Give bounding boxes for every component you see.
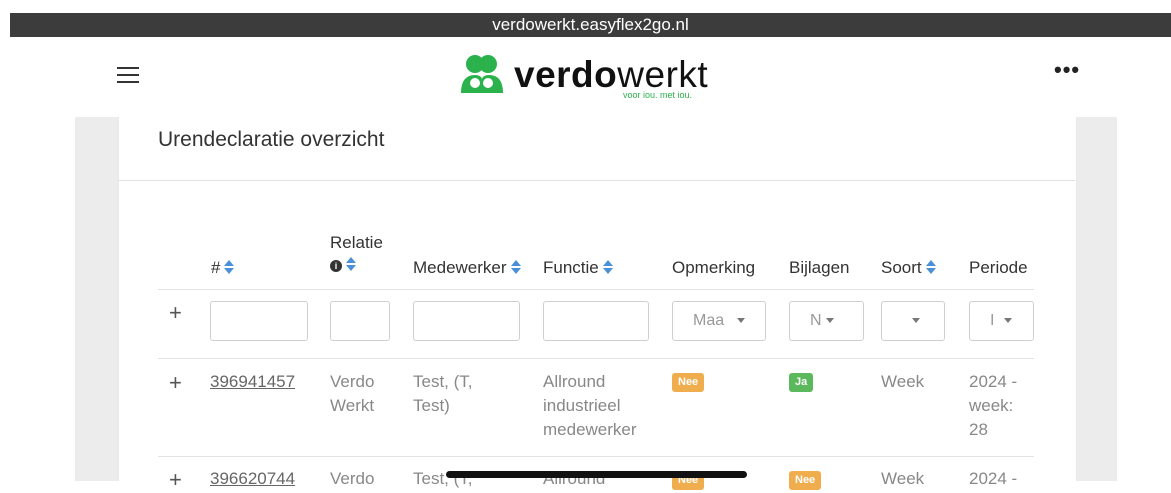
status-badge-bijlagen: Ja — [789, 373, 814, 392]
sort-icon — [602, 260, 614, 274]
col-header-medewerker[interactable]: Medewerker — [413, 258, 522, 278]
expand-row-icon[interactable]: + — [169, 467, 182, 493]
col-header-relatie-icons[interactable]: i — [330, 255, 357, 275]
filter-number-input[interactable] — [210, 301, 308, 341]
home-indicator[interactable] — [446, 471, 747, 478]
row-id-link[interactable]: 396620744 — [210, 469, 295, 488]
col-header-number[interactable]: # — [211, 258, 235, 278]
filter-relatie-input[interactable] — [330, 301, 390, 341]
logo-bold: verdo — [514, 54, 618, 95]
page-title: Urendeclaratie overzicht — [158, 128, 385, 151]
table-row-periode: 2024 - — [969, 469, 1018, 488]
status-badge-opmerking: Nee — [672, 373, 705, 392]
table-row-soort: Week — [881, 469, 925, 488]
col-header-soort[interactable]: Soort — [881, 258, 937, 278]
more-menu-icon[interactable]: ••• — [1054, 57, 1080, 83]
logo-tagline: voor iou. met iou. — [623, 90, 693, 100]
table-row-relatie: Verdo — [330, 469, 375, 488]
table-row-relatie: Verdo Werkt — [330, 372, 375, 415]
logo[interactable]: verdowerkt voor iou. met iou. — [457, 53, 727, 101]
table-row-periode: 2024 - week: 28 — [969, 372, 1018, 439]
filter-divider — [158, 358, 1034, 359]
expand-row-icon[interactable]: + — [169, 370, 182, 396]
verdowerkt-logo-icon — [461, 55, 503, 93]
expand-filter-icon[interactable]: + — [169, 300, 182, 326]
filter-functie-input[interactable] — [543, 301, 649, 341]
logo-light: werkt — [617, 54, 709, 95]
filter-bijlagen-select[interactable]: N — [789, 301, 864, 341]
row-id-link[interactable]: 396941457 — [210, 372, 295, 391]
chevron-down-icon — [737, 318, 745, 323]
browser-url-bar[interactable]: verdowerkt.easyflex2go.nl — [10, 13, 1171, 37]
chevron-down-icon — [1004, 318, 1012, 323]
col-header-periode[interactable]: Periode — [969, 258, 1028, 278]
chevron-down-icon — [826, 318, 834, 323]
sort-icon — [510, 260, 522, 274]
table-row-id[interactable]: 396620744 — [210, 467, 295, 491]
sort-icon — [346, 257, 357, 271]
col-header-functie[interactable]: Functie — [543, 258, 614, 278]
chevron-down-icon — [912, 318, 920, 323]
table-row-functie: Allround industrieel medewerker — [543, 372, 637, 439]
col-header-bijlagen: Bijlagen — [789, 258, 850, 277]
filter-soort-select[interactable] — [881, 301, 945, 341]
row-divider — [158, 456, 1034, 457]
sort-icon — [925, 260, 937, 274]
filter-medewerker-input[interactable] — [413, 301, 520, 341]
app-header: verdowerkt voor iou. met iou. ••• — [0, 37, 1171, 117]
filter-opmerking-select[interactable]: Maa — [672, 301, 766, 341]
table-row-id[interactable]: 396941457 — [210, 370, 295, 394]
table-row-medewerker: Test, (T, Test) — [413, 372, 473, 415]
title-divider — [118, 180, 1075, 181]
header-divider — [158, 289, 1034, 290]
col-header-opmerking: Opmerking — [672, 258, 756, 277]
filter-periode-select[interactable]: I — [969, 301, 1034, 341]
hamburger-icon[interactable] — [117, 67, 139, 83]
sort-icon — [224, 260, 235, 274]
info-icon[interactable]: i — [330, 260, 342, 272]
col-header-relatie[interactable]: Relatie — [330, 233, 383, 253]
table-row-soort: Week — [881, 372, 925, 391]
